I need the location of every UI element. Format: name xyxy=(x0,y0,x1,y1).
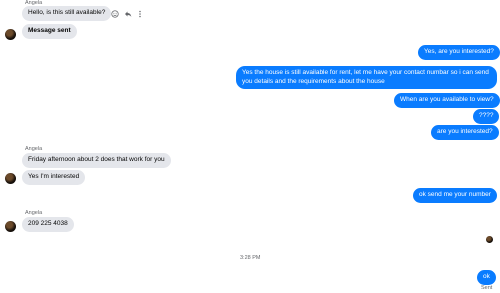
incoming-message[interactable]: Message sent xyxy=(22,24,77,39)
seen-avatar xyxy=(486,236,493,243)
more-options-icon[interactable] xyxy=(135,9,144,18)
outgoing-message[interactable]: ???? xyxy=(473,109,500,124)
delivery-status: Sent xyxy=(481,285,493,291)
incoming-message[interactable]: Yes I'm interested xyxy=(22,170,86,185)
sender-name: Angela xyxy=(25,210,43,216)
outgoing-message[interactable]: are you interested? xyxy=(431,125,499,140)
outgoing-message[interactable]: Yes the house is still available for ren… xyxy=(236,66,497,89)
outgoing-message[interactable]: ok xyxy=(477,270,496,285)
incoming-message[interactable]: Friday afternoon about 2 does that work … xyxy=(22,153,171,168)
timestamp: 3:28 PM xyxy=(240,255,261,261)
smile-icon[interactable] xyxy=(110,9,119,18)
outgoing-message[interactable]: When are you available to view? xyxy=(394,93,500,108)
outgoing-message[interactable]: ok send me your number xyxy=(413,188,497,203)
avatar[interactable] xyxy=(5,29,16,40)
reply-icon[interactable] xyxy=(123,9,132,18)
sender-name: Angela xyxy=(25,146,43,152)
incoming-message[interactable]: Hello, is this still available? xyxy=(22,6,112,21)
avatar[interactable] xyxy=(5,173,16,184)
outgoing-message[interactable]: Yes, are you interested? xyxy=(418,45,500,60)
avatar[interactable] xyxy=(5,221,16,232)
incoming-message[interactable]: 209 225 4038 xyxy=(22,217,74,232)
